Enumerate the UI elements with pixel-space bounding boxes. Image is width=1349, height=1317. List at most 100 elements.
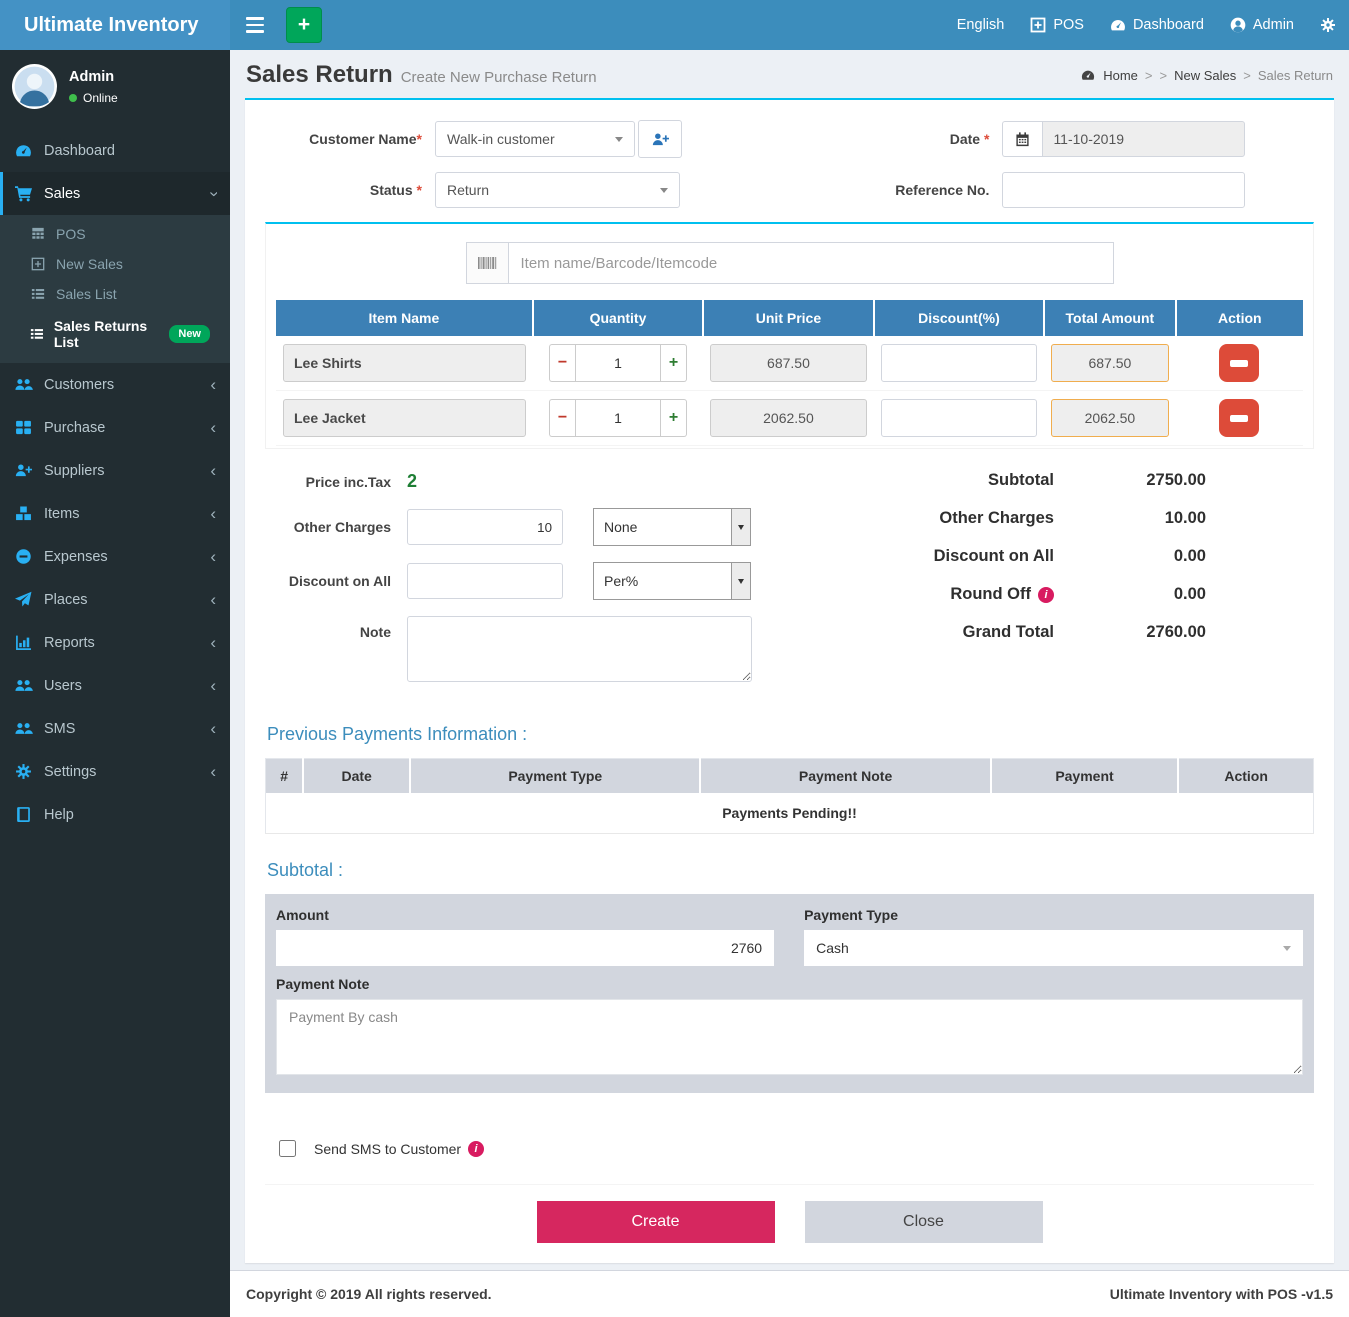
discount-input[interactable] <box>881 399 1037 437</box>
payments-empty-message: Payments Pending!! <box>266 793 1314 834</box>
sidebar-item-sales-list[interactable]: Sales List <box>0 279 230 309</box>
items-col-discount: Discount(%) <box>874 300 1044 336</box>
quick-add-button[interactable]: + <box>286 7 322 43</box>
list-icon <box>30 327 44 341</box>
discount-total-label: Discount on All <box>934 547 1054 566</box>
totals-summary: Subtotal 2750.00 Other Charges 10.00 Dis… <box>873 471 1314 698</box>
chevron-left-icon: ‹ <box>210 423 216 433</box>
sidebar-item-settings[interactable]: Settings ‹ <box>0 750 230 793</box>
item-name-box: Lee Jacket <box>283 399 526 437</box>
sidebar-item-purchase[interactable]: Purchase ‹ <box>0 406 230 449</box>
other-charges-input[interactable] <box>407 509 563 545</box>
sidebar-item-dashboard[interactable]: Dashboard <box>0 129 230 172</box>
sidebar-item-items[interactable]: Items ‹ <box>0 492 230 535</box>
hamburger-icon <box>246 17 264 20</box>
close-button[interactable]: Close <box>805 1201 1043 1243</box>
sidebar-item-label: POS <box>56 226 86 242</box>
subtotal-label: Subtotal <box>988 471 1054 490</box>
remove-item-button[interactable] <box>1219 344 1259 382</box>
sidebar-item-pos[interactable]: POS <box>0 219 230 249</box>
discount-input[interactable] <box>881 344 1037 382</box>
qty-decrease-button[interactable]: − <box>549 399 575 437</box>
amount-input[interactable] <box>276 930 774 966</box>
sidebar-item-sales-returns-list[interactable]: Sales Returns List New <box>0 309 230 359</box>
sidebar-item-label: Suppliers <box>44 463 104 479</box>
items-col-action: Action <box>1176 300 1303 336</box>
sidebar-item-suppliers[interactable]: Suppliers ‹ <box>0 449 230 492</box>
create-button[interactable]: Create <box>537 1201 775 1243</box>
required-marker: * <box>417 182 422 198</box>
sidebar-item-expenses[interactable]: Expenses ‹ <box>0 535 230 578</box>
chevron-left-icon: ‹ <box>210 595 216 605</box>
app-brand[interactable]: Ultimate Inventory <box>0 0 230 50</box>
status-select[interactable]: Return <box>435 172 680 208</box>
status-label: Status * <box>265 182 435 198</box>
payment-type-select[interactable]: Cash <box>804 930 1303 966</box>
settings-menu[interactable] <box>1307 0 1349 50</box>
nav-dashboard[interactable]: Dashboard <box>1097 0 1217 50</box>
content-area: Sales ReturnCreate New Purchase Return H… <box>230 0 1349 1263</box>
other-charges-type-select[interactable]: None <box>593 508 751 546</box>
status-select-value: Return <box>447 182 489 198</box>
other-charges-total-value: 10.00 <box>1054 509 1206 528</box>
customer-select[interactable]: Walk-in customer <box>435 121 635 157</box>
sidebar-toggle-button[interactable] <box>230 0 280 50</box>
plus-square-icon <box>1030 17 1046 33</box>
required-marker: * <box>417 131 422 147</box>
plus-square-icon <box>30 257 46 271</box>
sidebar-item-users[interactable]: Users ‹ <box>0 664 230 707</box>
user-plus-icon <box>14 462 33 479</box>
reference-input[interactable] <box>1002 172 1245 208</box>
note-textarea[interactable] <box>407 616 752 682</box>
sidebar-item-sales[interactable]: Sales ‹ <box>0 172 230 215</box>
amount-label: Amount <box>276 907 774 923</box>
round-off-label: Round Offi <box>950 585 1054 604</box>
info-icon[interactable]: i <box>468 1141 484 1157</box>
add-customer-button[interactable] <box>638 120 682 158</box>
discount-on-all-input[interactable] <box>407 563 563 599</box>
top-bar: Ultimate Inventory + English POS Dashboa… <box>0 0 1349 50</box>
qty-increase-button[interactable]: + <box>661 344 687 382</box>
previous-payments-table: # Date Payment Type Payment Note Payment… <box>265 758 1314 834</box>
discount-type-select[interactable]: Per% <box>593 562 751 600</box>
date-input[interactable] <box>1042 121 1245 157</box>
user-avatar-icon <box>1230 17 1246 33</box>
date-input-group <box>1002 121 1245 157</box>
discount-total-value: 0.00 <box>1054 547 1206 566</box>
payment-note-textarea[interactable]: Payment By cash <box>276 999 1303 1075</box>
users-icon <box>14 677 33 694</box>
sidebar-menu: Dashboard Sales ‹ POS New Sales Sales Li… <box>0 129 230 836</box>
sidebar-item-label: Purchase <box>44 420 105 436</box>
sidebar-item-help[interactable]: Help <box>0 793 230 836</box>
sidebar-item-customers[interactable]: Customers ‹ <box>0 363 230 406</box>
info-icon[interactable]: i <box>1038 587 1054 603</box>
qty-input[interactable] <box>575 344 661 382</box>
payment-type-label: Payment Type <box>804 907 1303 923</box>
calendar-icon[interactable] <box>1002 121 1042 157</box>
breadcrumb-new-sales[interactable]: New Sales <box>1174 68 1236 83</box>
payment-note-label: Payment Note <box>276 976 1303 992</box>
language-menu[interactable]: English <box>944 0 1018 50</box>
send-sms-checkbox[interactable] <box>279 1140 296 1157</box>
sidebar-item-places[interactable]: Places ‹ <box>0 578 230 621</box>
breadcrumb-home[interactable]: Home <box>1103 68 1138 83</box>
qty-input[interactable] <box>575 399 661 437</box>
sidebar-user-panel: Admin Online <box>0 50 230 121</box>
sidebar-item-new-sales[interactable]: New Sales <box>0 249 230 279</box>
subtotal-value: 2750.00 <box>1054 471 1206 490</box>
qty-increase-button[interactable]: + <box>661 399 687 437</box>
sidebar-item-reports[interactable]: Reports ‹ <box>0 621 230 664</box>
online-status-icon <box>69 94 77 102</box>
unit-price-box: 2062.50 <box>710 399 866 437</box>
item-search-input[interactable] <box>508 242 1114 284</box>
paper-plane-icon <box>14 591 33 608</box>
qty-decrease-button[interactable]: − <box>549 344 575 382</box>
chevron-left-icon: ‹ <box>210 380 216 390</box>
unit-price-box: 687.50 <box>710 344 866 382</box>
sidebar-item-sms[interactable]: SMS ‹ <box>0 707 230 750</box>
other-charges-total-label: Other Charges <box>939 509 1054 528</box>
remove-item-button[interactable] <box>1219 399 1259 437</box>
payment-type-value: Cash <box>816 940 849 956</box>
nav-pos[interactable]: POS <box>1017 0 1097 50</box>
user-menu[interactable]: Admin <box>1217 0 1307 50</box>
